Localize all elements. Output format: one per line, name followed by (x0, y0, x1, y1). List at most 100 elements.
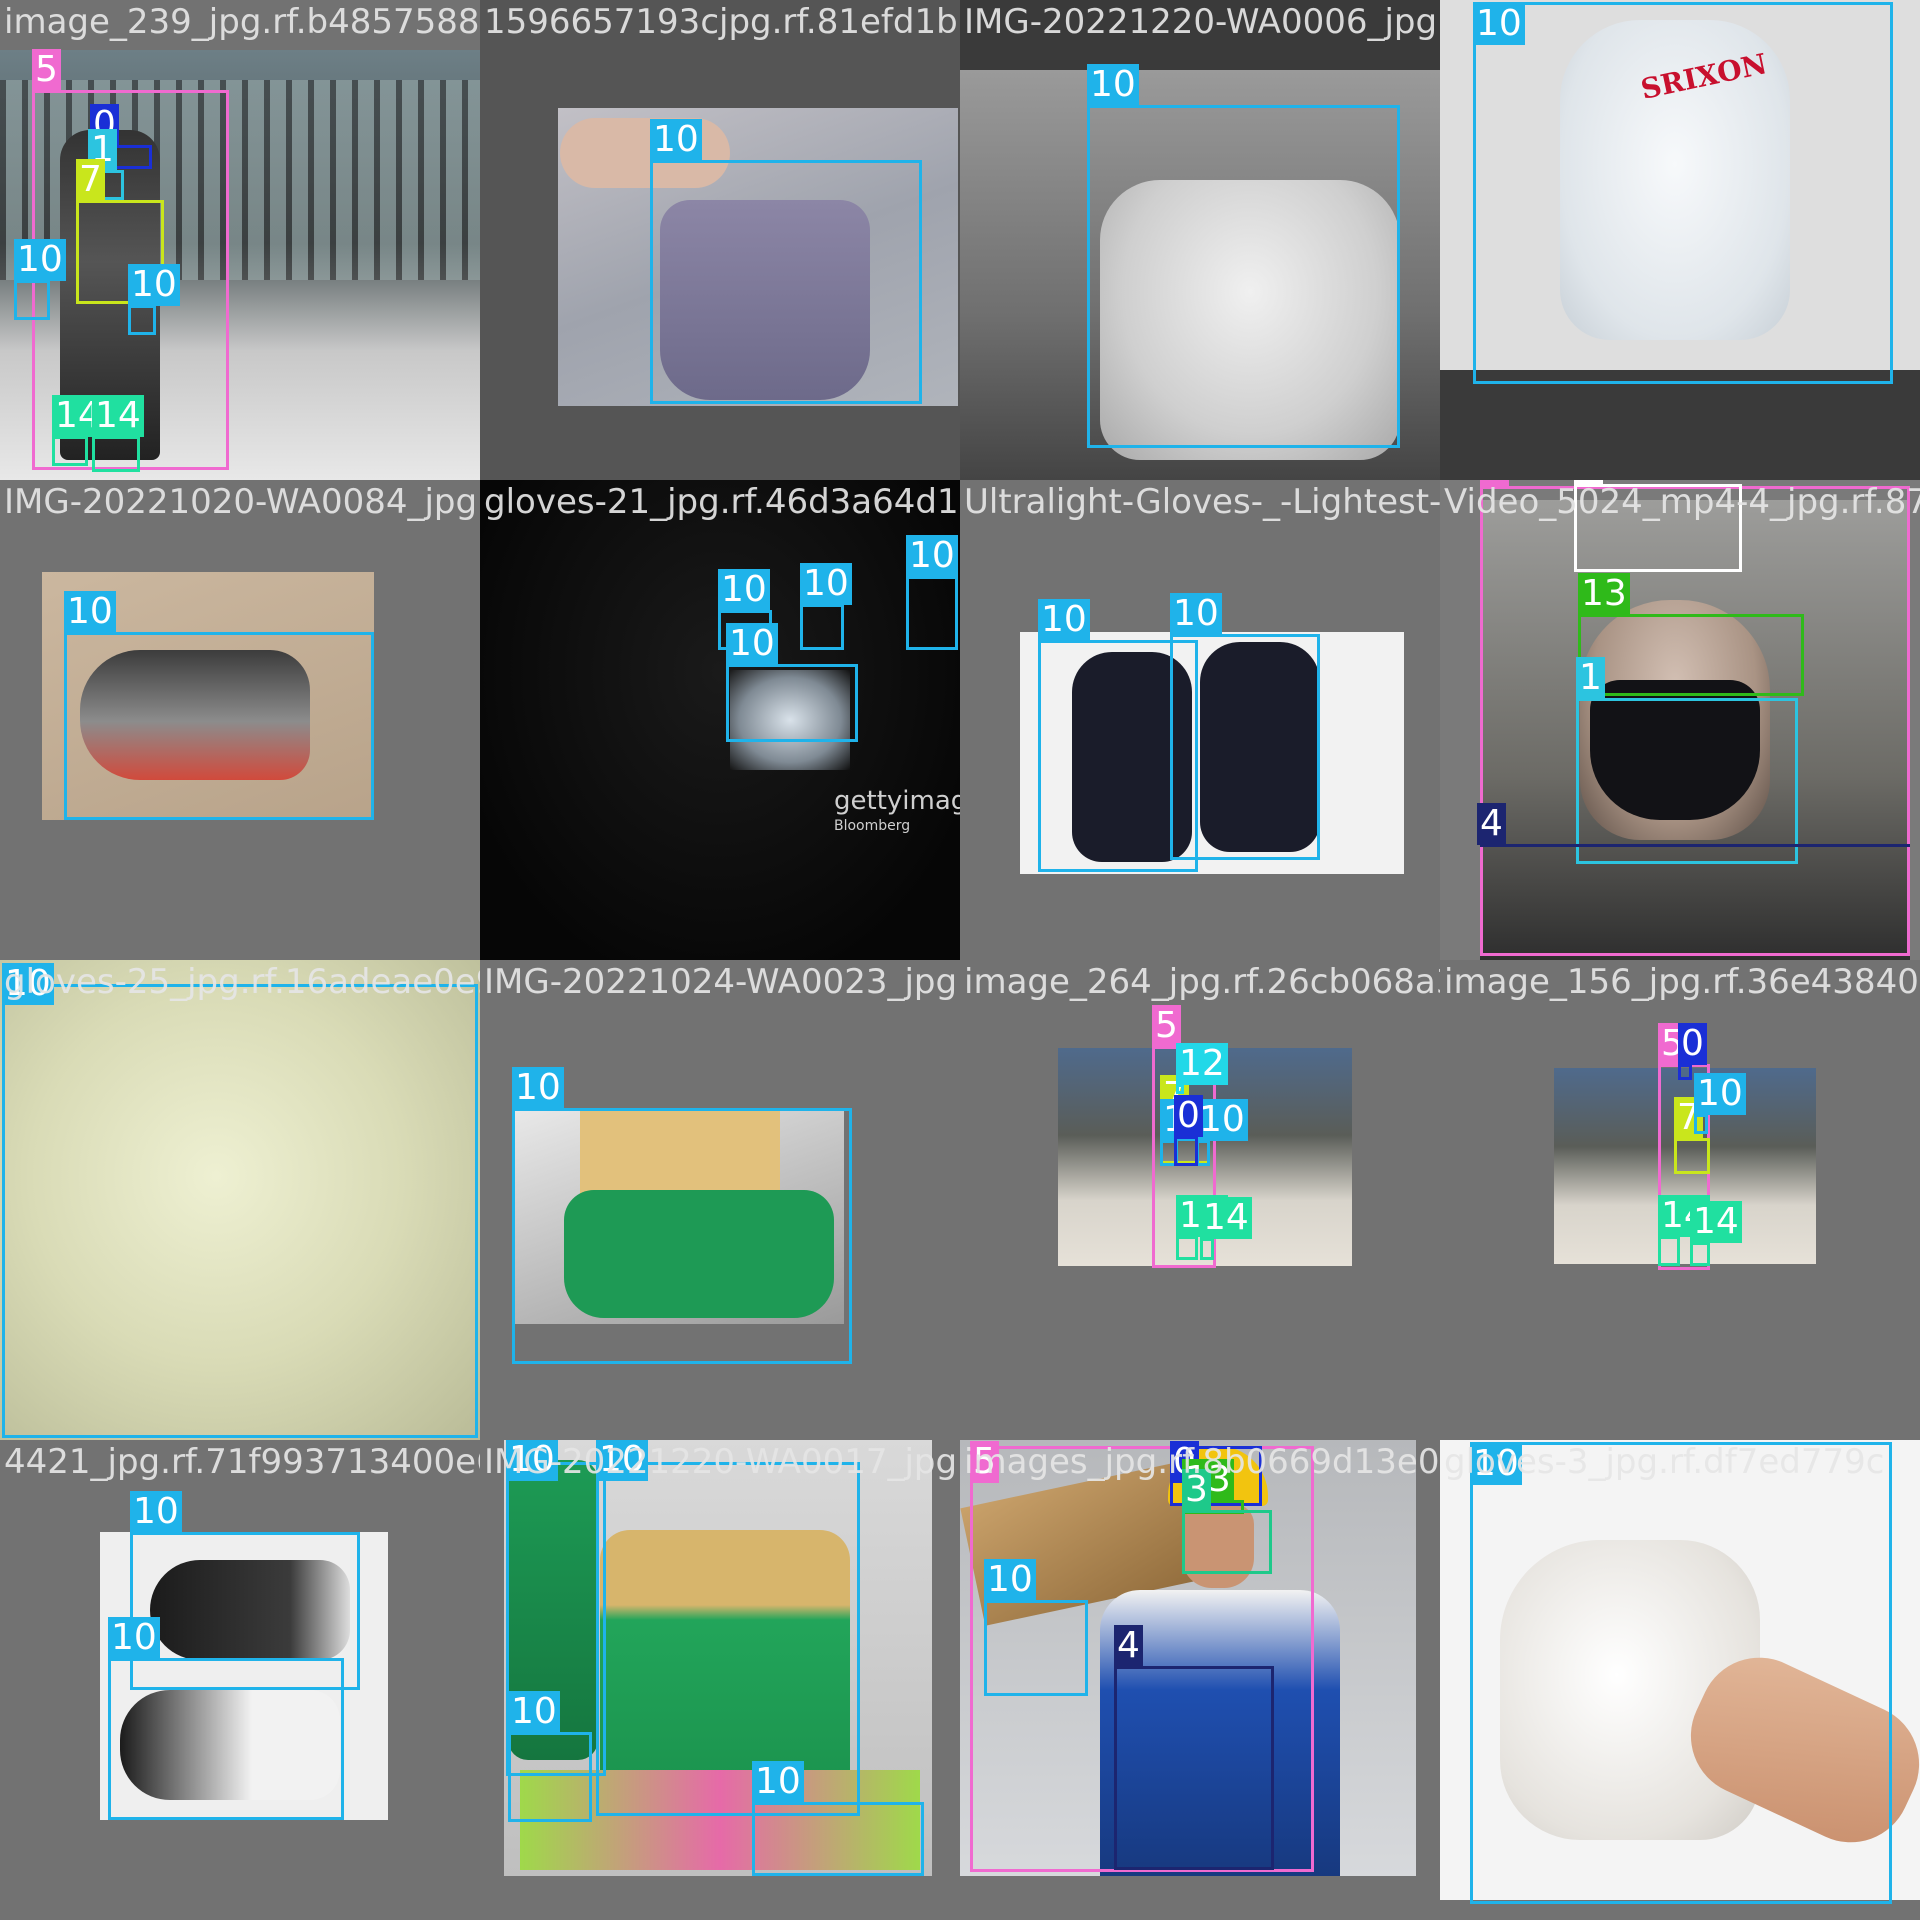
bbox-label: 10 (1470, 1443, 1522, 1485)
bbox-glove: 10 (1470, 1442, 1892, 1904)
bbox-label: 10 (14, 239, 66, 281)
bbox-label: 10 (128, 264, 180, 306)
bbox-head: 0 (1678, 1023, 1707, 1080)
bbox-label: 10 (512, 1067, 564, 1109)
bbox-label: 4 (1114, 1625, 1143, 1667)
bbox-glove: 10 (752, 1761, 924, 1876)
tile-street-guard-small: image_264_jpg.rf.26cb068a3e75e0b55 5 7 1… (960, 960, 1440, 1440)
tile-filename: 1596657193cjpg.rf.81efd1b7a122c6b8fd6 (484, 2, 960, 42)
bbox-glove: 10 (800, 563, 852, 650)
bbox-label: 10 (718, 569, 770, 611)
bbox-body: 4 (1477, 803, 1910, 847)
bbox-label: 5 (1480, 480, 1509, 487)
bbox-label: 10 (2, 963, 54, 1005)
bbox-glove: 10 (984, 1559, 1088, 1696)
bbox-label: 10 (800, 563, 852, 605)
bbox-label: 10 (1038, 599, 1090, 641)
bbox-glove: 10 (14, 239, 66, 320)
bbox-helmet: 2 (1574, 480, 1742, 572)
tile-white-latex: gloves-3_jpg.rf.df7ed779c 10 (1440, 1440, 1920, 1920)
bbox-glove: 10 (108, 1617, 344, 1820)
tile-filename: image_239_jpg.rf.b4857588de5fea65798822 (4, 2, 480, 42)
bbox-glove: 10 (596, 1440, 860, 1816)
bbox-label: 10 (906, 535, 958, 577)
bbox-boot: 14 (92, 395, 144, 472)
bbox-glove: 10 (1170, 593, 1320, 860)
bbox-glove: 10 (64, 591, 374, 820)
bbox-boot: 14 (1658, 1195, 1710, 1266)
detection-mosaic: image_239_jpg.rf.b4857588de5fea65798822 … (0, 0, 1920, 1920)
bbox-boot: 14 (52, 395, 104, 466)
bbox-label: 5 (1152, 1005, 1181, 1047)
tile-green-gloves-rack: IMG-20221220-WA0017_jpg 10 10 10 10 (480, 1440, 960, 1920)
bbox-mask: 1 (1576, 657, 1798, 864)
bbox-face: 3 (1182, 1469, 1272, 1574)
tile-filename: IMG-20221020-WA0084_jpg.rf.3d67221fad42f (4, 482, 480, 522)
tile-filename: image_156_jpg.rf.36e43840 (1444, 962, 1919, 1002)
bbox-helmet: 12 (1176, 1043, 1228, 1094)
bbox-label: 5 (32, 49, 61, 91)
bbox-boot: 14 (1200, 1197, 1252, 1260)
bbox-glove: 10 (508, 1691, 592, 1822)
bbox-head: 0 (1174, 1095, 1203, 1166)
bbox-label: 1 (1576, 657, 1605, 699)
tile-green-glove: IMG-20221024-WA0023_jpg.rf.854 10 (480, 960, 960, 1440)
tile-golf-glove: SRIXON 10 (1440, 0, 1920, 480)
bbox-label: 10 (1473, 3, 1525, 45)
bbox-label: 10 (1170, 593, 1222, 635)
bbox-glove: 10 (1087, 64, 1400, 448)
bbox-glove: 10 (2, 963, 478, 1438)
bbox-glove: 10 (726, 623, 858, 742)
bbox-label: 10 (984, 1559, 1036, 1601)
tile-construction-worker: images_jpg.rf.8b0669d13e0d 5 0 13 3 10 4 (960, 1440, 1440, 1920)
bbox-label: 10 (752, 1761, 804, 1803)
bbox-glove: 10 (1473, 2, 1893, 384)
bbox-label: 2 (1574, 480, 1603, 485)
bbox-label: 10 (650, 119, 702, 161)
bbox-label: 14 (1200, 1197, 1252, 1239)
bbox-body: 4 (1114, 1625, 1274, 1870)
bbox-glove: 10 (128, 264, 180, 335)
tile-knit-gloves: Ultralight-Gloves-_-Lightest-Warm 10 10 (960, 480, 1440, 960)
getty-watermark: gettyimages (834, 786, 960, 816)
bbox-boot: 14 (1176, 1195, 1228, 1260)
bbox-label: 12 (1176, 1043, 1228, 1085)
bbox-label: 10 (108, 1617, 160, 1659)
tile-street-guard: image_239_jpg.rf.b4857588de5fea65798822 … (0, 0, 480, 480)
bbox-glove: 10 (1196, 1099, 1248, 1166)
bbox-label: 10 (1196, 1099, 1248, 1141)
tile-masked-face: Video_5024_mp4-4_jpg.rf.872 5 2 13 1 4 (1440, 480, 1920, 960)
bbox-label: 0 (1678, 1023, 1707, 1065)
tile-purple-glove: 1596657193cjpg.rf.81efd1b7a122c6b8fd6 10 (480, 0, 960, 480)
tile-filename: IMG-20221024-WA0023_jpg.rf.854 (484, 962, 960, 1002)
tile-street-guard-small-2: image_156_jpg.rf.36e43840 5 0 7 10 14 14 (1440, 960, 1920, 1440)
bbox-boot: 14 (1690, 1201, 1742, 1266)
bbox-label: 0 (1174, 1095, 1203, 1137)
bbox-label: 10 (726, 623, 778, 665)
getty-subtext: Bloomberg (834, 818, 911, 834)
bbox-label: 10 (64, 591, 116, 633)
bbox-label: 10 (508, 1691, 560, 1733)
tile-filename: IMG-20221220-WA0006_jpg (964, 2, 1438, 42)
bbox-label: 7 (76, 159, 105, 201)
dark-photo (480, 480, 960, 960)
bbox-label: 10 (1694, 1073, 1746, 1115)
bbox-vest: 7 (1674, 1097, 1710, 1174)
bbox-label: 14 (92, 395, 144, 437)
bbox-label: 5 (970, 1441, 999, 1483)
tile-latex-gloves: gloves-25_jpg.rf.16adeae0e9b0 10 (0, 960, 480, 1440)
bbox-glasses: 13 (1578, 573, 1804, 696)
bbox-label: 4 (1477, 803, 1506, 845)
bbox-label: 3 (1182, 1469, 1211, 1511)
tile-filename: image_264_jpg.rf.26cb068a3e75e0b55 (964, 962, 1440, 1002)
bbox-label: 10 (1087, 64, 1139, 106)
bbox-label: 10 (596, 1440, 648, 1481)
tile-work-glove: IMG-20221220-WA0006_jpg 10 (960, 0, 1440, 480)
bbox-label: 10 (506, 1440, 558, 1481)
tile-dark-gloves: gettyimages Bloomberg gloves-21_jpg.rf.4… (480, 480, 960, 960)
bbox-glove: 10 (512, 1067, 852, 1364)
tile-cut-glove: IMG-20221020-WA0084_jpg.rf.3d67221fad42f… (0, 480, 480, 960)
bbox-glove: 10 (906, 535, 958, 650)
bbox-label: 10 (130, 1491, 182, 1533)
bbox-label: 14 (1690, 1201, 1742, 1243)
